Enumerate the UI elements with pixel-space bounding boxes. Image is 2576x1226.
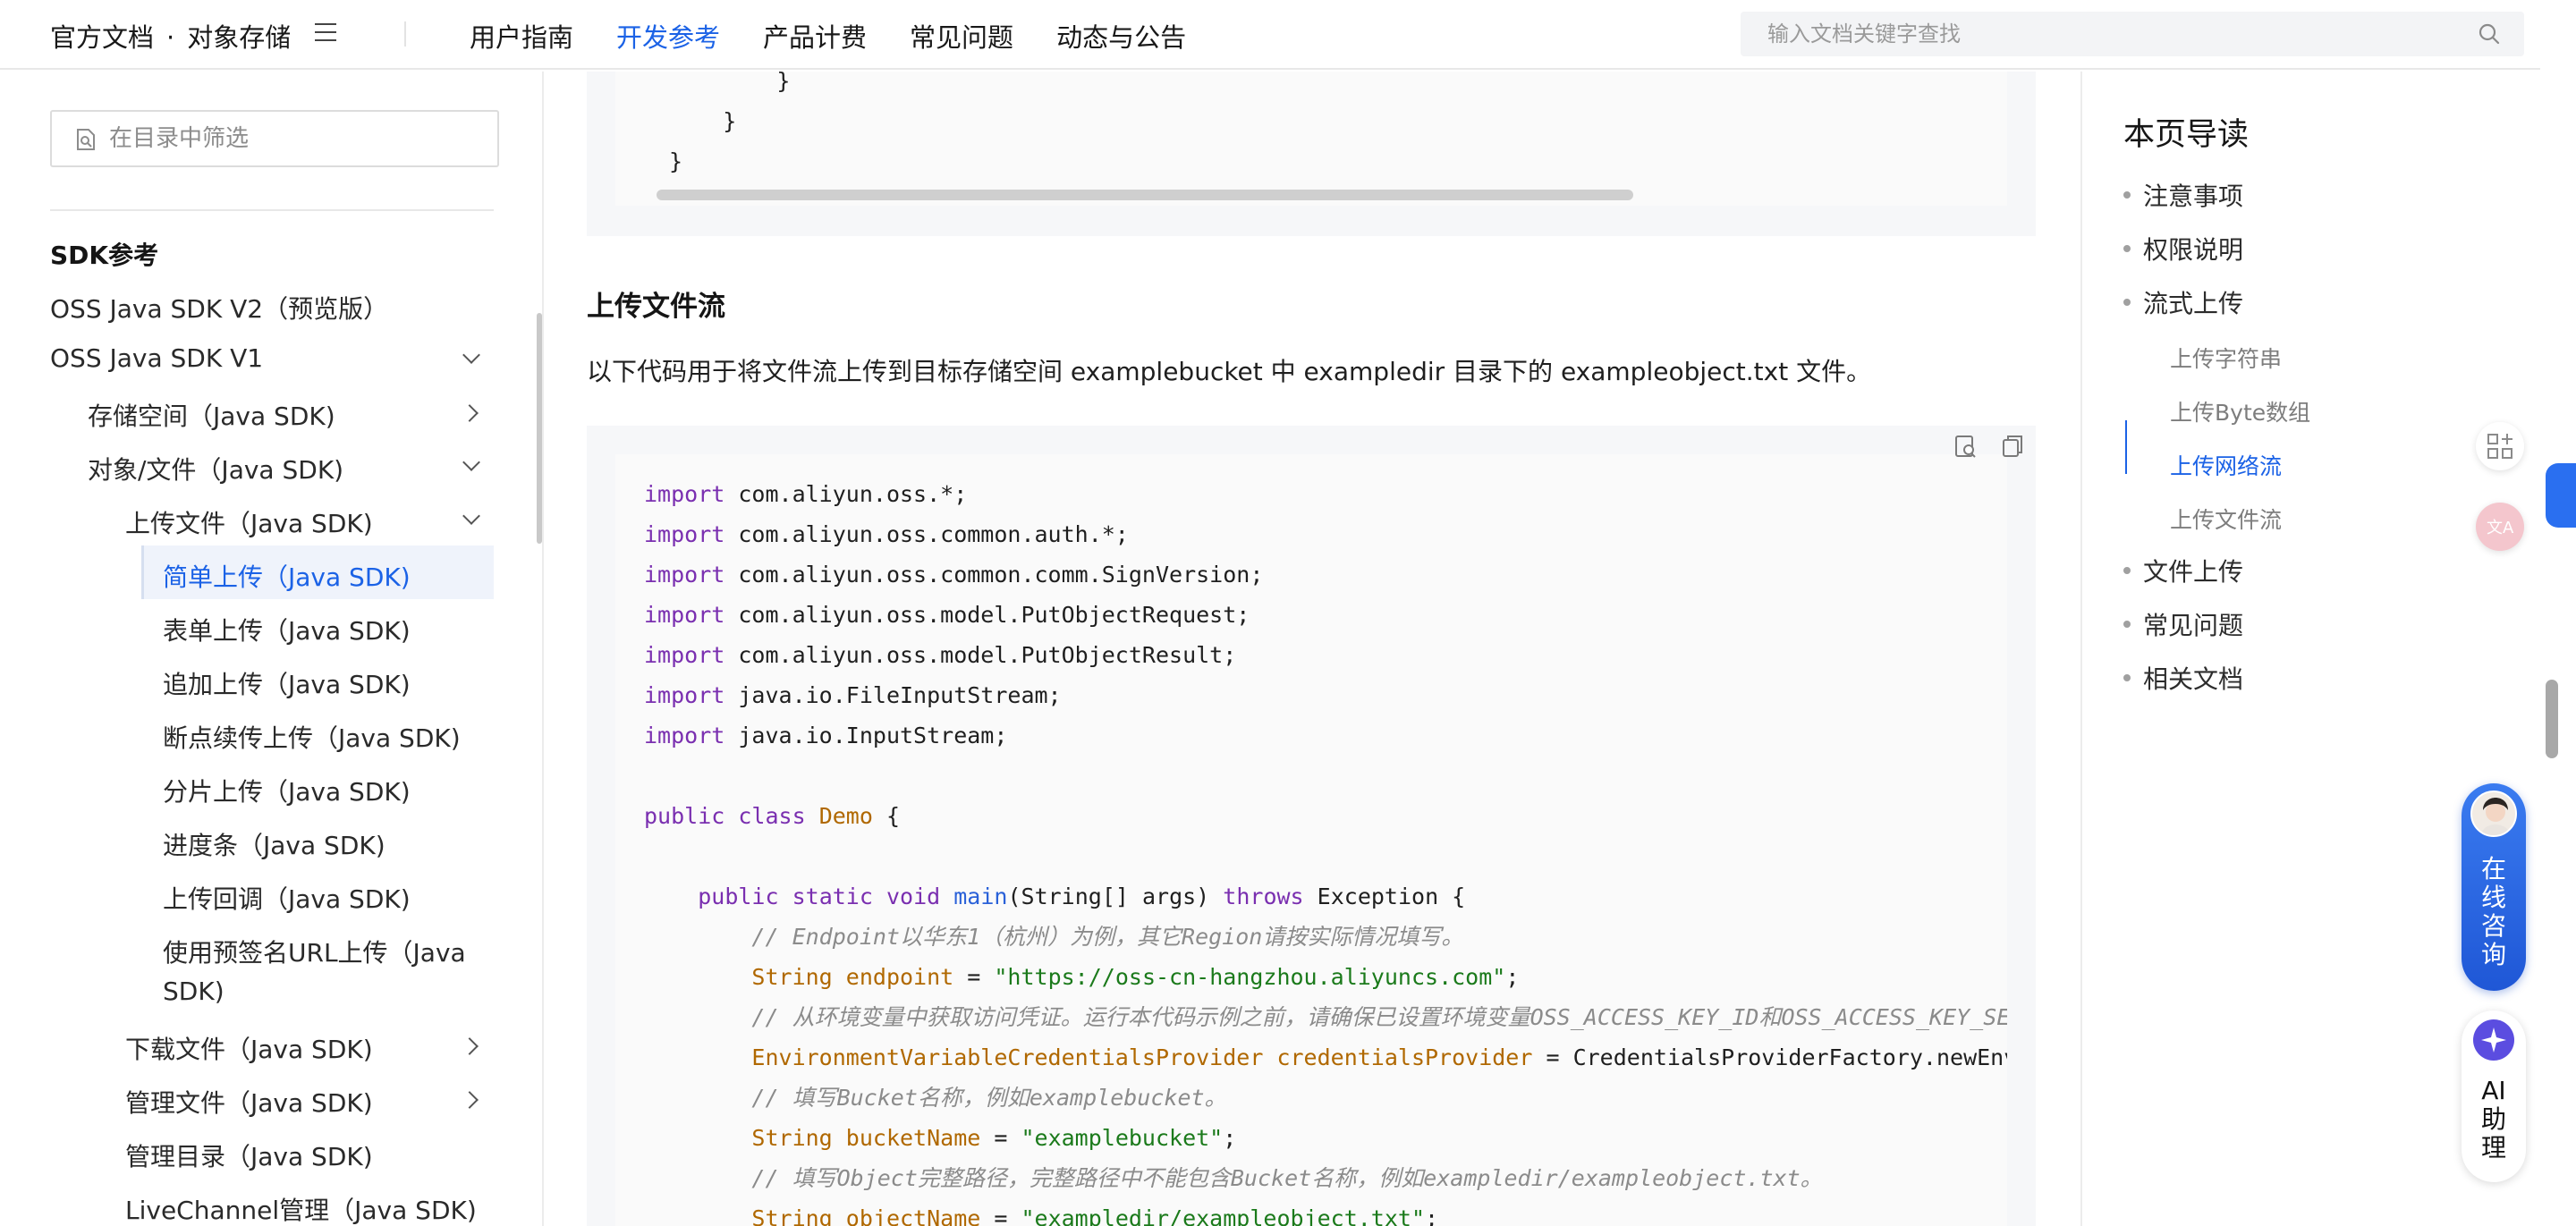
sidebar-item-manage-files[interactable]: 管理文件（Java SDK) (125, 1084, 373, 1120)
sidebar-item-append-upload[interactable]: 追加上传（Java SDK) (163, 665, 411, 701)
sidebar-divider (50, 209, 494, 211)
previous-code-block: } } } (587, 72, 2036, 236)
nav-user-guide[interactable]: 用户指南 (470, 17, 573, 55)
sidebar-item-simple-upload[interactable]: 简单上传（Java SDK) (163, 558, 411, 594)
feedback-edge-tab[interactable] (2546, 463, 2576, 528)
nav-faq[interactable]: 常见问题 (910, 17, 1013, 55)
copy-icon[interactable] (2000, 433, 2025, 460)
bullet-icon (2123, 674, 2131, 681)
toc-item-stream-upload[interactable]: 流式上传 (2123, 284, 2243, 320)
toc-sub-upload-bytes[interactable]: 上传Byte数组 (2170, 395, 2310, 427)
sidebar-item-java-sdk-v2[interactable]: OSS Java SDK V2（预览版） (50, 290, 388, 326)
toc-sub-upload-file-stream[interactable]: 上传文件流 (2170, 503, 2282, 535)
chevron-down-icon[interactable] (462, 346, 480, 364)
hamburger-menu-icon[interactable] (315, 23, 336, 43)
toc-item-permissions[interactable]: 权限说明 (2123, 231, 2243, 266)
brand[interactable]: 官方文档 · 对象存储 (50, 17, 291, 55)
header-divider (404, 21, 406, 47)
apps-grid-icon[interactable] (2476, 422, 2524, 470)
toc-filter-input[interactable] (109, 124, 485, 153)
ai-assistant-button[interactable]: AI 助理 (2462, 1010, 2526, 1182)
nav-pricing[interactable]: 产品计费 (763, 17, 867, 55)
toc-item-notes[interactable]: 注意事项 (2123, 177, 2243, 213)
code-block: import com.aliyun.oss.*; import com.aliy… (587, 426, 2036, 1226)
doc-sidebar: SDK参考 OSS Java SDK V2（预览版） OSS Java SDK … (0, 72, 544, 1226)
doc-search (1741, 12, 2524, 56)
open-in-editor-icon[interactable] (1953, 433, 1979, 460)
bullet-icon (2123, 567, 2131, 574)
svg-text:文A: 文A (2487, 519, 2514, 537)
brand-product: 对象存储 (187, 22, 292, 53)
chevron-down-icon[interactable] (462, 453, 480, 471)
translate-icon[interactable]: 文A (2476, 503, 2524, 551)
toc-active-indicator (2125, 420, 2127, 474)
toc-title: 本页导读 (2123, 117, 2250, 153)
chevron-right-icon[interactable] (461, 1091, 479, 1109)
search-input[interactable] (1767, 20, 2465, 48)
toc-item-related-docs[interactable]: 相关文档 (2123, 660, 2243, 696)
sidebar-item-presigned-upload[interactable]: 使用预签名URL上传（Java (163, 934, 466, 969)
nav-dev-reference[interactable]: 开发参考 (616, 17, 720, 55)
sidebar-item-resumable-upload[interactable]: 断点续传上传（Java SDK) (163, 719, 461, 755)
sidebar-item-form-upload[interactable]: 表单上传（Java SDK) (163, 612, 411, 647)
page-scrollbar[interactable] (2546, 680, 2558, 758)
code-inner: import com.aliyun.oss.*; import com.aliy… (615, 454, 2007, 1226)
previous-code-inner: } } } (615, 72, 2007, 206)
chevron-right-icon[interactable] (461, 404, 479, 422)
nav-news[interactable]: 动态与公告 (1056, 17, 1186, 55)
sidebar-item-progress-bar[interactable]: 进度条（Java SDK) (163, 826, 386, 862)
selected-item-bar (141, 545, 144, 599)
sidebar-item-bucket[interactable]: 存储空间（Java SDK) (88, 397, 335, 433)
toc-sub-upload-string[interactable]: 上传字符串 (2170, 342, 2282, 374)
sidebar-item-upload-callback[interactable]: 上传回调（Java SDK) (163, 880, 411, 916)
agent-avatar (2470, 791, 2517, 837)
sidebar-item-object[interactable]: 对象/文件（Java SDK) (88, 451, 343, 486)
bullet-icon (2123, 245, 2131, 252)
filter-doc-icon (77, 129, 95, 150)
bullet-icon (2123, 621, 2131, 628)
brand-docs: 官方文档 (50, 22, 155, 53)
sidebar-item-manage-dirs[interactable]: 管理目录（Java SDK) (125, 1137, 373, 1173)
bullet-icon (2123, 299, 2131, 306)
code-toolbar (1945, 426, 2034, 470)
sidebar-item-livechannel[interactable]: LiveChannel管理（Java SDK) (125, 1191, 477, 1226)
sidebar-item-presigned-upload-cont[interactable]: SDK) (163, 977, 225, 1006)
toc-item-faq[interactable]: 常见问题 (2123, 606, 2243, 642)
online-consult-button[interactable]: 在线咨询 (2462, 783, 2526, 991)
ai-sparkle-icon (2473, 1019, 2514, 1061)
section-description: 以下代码用于将文件流上传到目标存储空间 examplebucket 中 exam… (587, 357, 1872, 386)
top-nav: 用户指南 开发参考 产品计费 常见问题 动态与公告 (470, 17, 1186, 55)
main-content: } } } 上传文件流 以下代码用于将文件流上传到目标存储空间 exampleb… (546, 72, 2080, 1226)
toc-sub-upload-network-stream[interactable]: 上传网络流 (2170, 449, 2282, 481)
ai-assistant-label: AI 助理 (2480, 1076, 2506, 1163)
sidebar-heading-sdk: SDK参考 (50, 241, 159, 270)
bullet-icon (2123, 191, 2131, 199)
sidebar-scrollbar[interactable] (537, 313, 542, 544)
sidebar-item-java-sdk-v1[interactable]: OSS Java SDK V1 (50, 343, 263, 373)
chevron-right-icon[interactable] (461, 1037, 479, 1055)
code-horizontal-scrollbar[interactable] (657, 190, 1633, 200)
code-text: import com.aliyun.oss.*; import com.aliy… (644, 481, 2007, 1226)
toc-filter (50, 110, 499, 167)
sidebar-item-download[interactable]: 下载文件（Java SDK) (125, 1030, 373, 1066)
toc-item-file-upload[interactable]: 文件上传 (2123, 553, 2243, 588)
chevron-down-icon[interactable] (462, 507, 480, 525)
sidebar-item-upload[interactable]: 上传文件（Java SDK) (125, 504, 373, 540)
previous-code-text: } } } (669, 72, 791, 174)
top-header: 官方文档 · 对象存储 用户指南 开发参考 产品计费 常见问题 动态与公告 (0, 0, 2540, 70)
section-title: 上传文件流 (587, 291, 725, 323)
brand-separator: · (166, 22, 175, 53)
search-icon[interactable] (2478, 22, 2501, 46)
online-consult-label: 在线咨询 (2480, 854, 2506, 969)
sidebar-item-multipart-upload[interactable]: 分片上传（Java SDK) (163, 773, 411, 808)
